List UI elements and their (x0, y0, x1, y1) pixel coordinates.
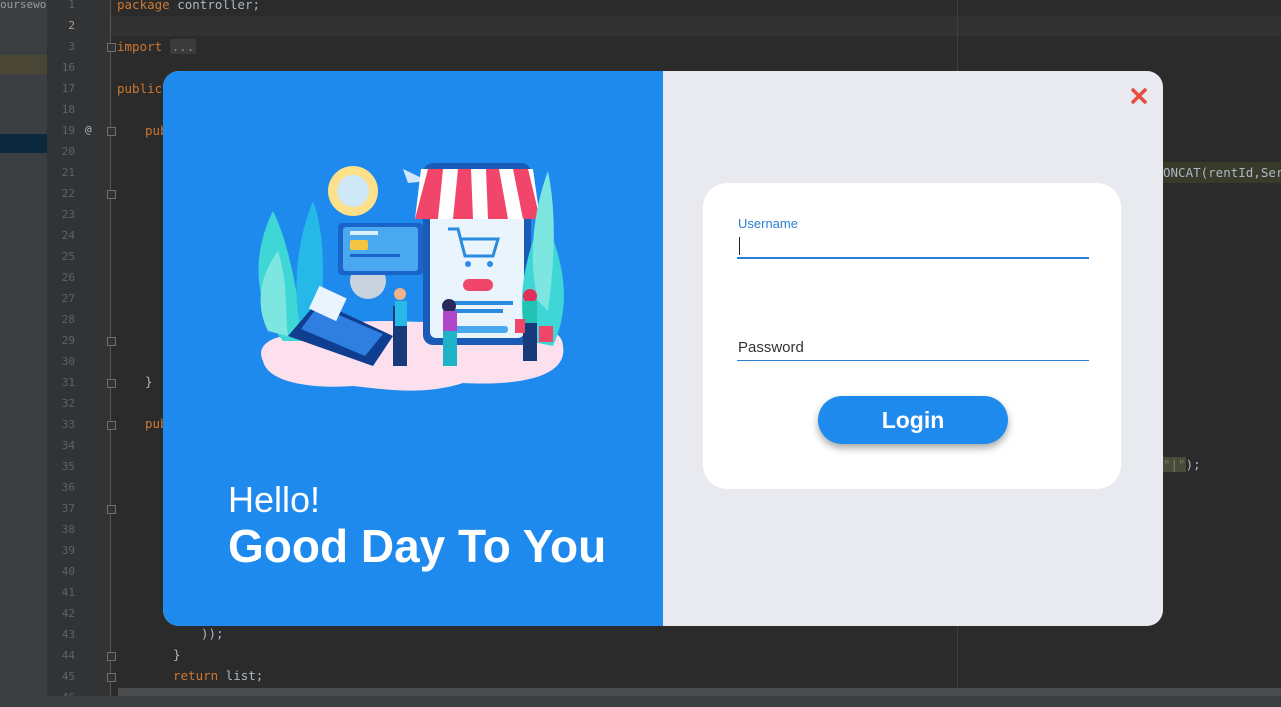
code-fragment-string[interactable]: "|"); (1163, 457, 1201, 472)
fold-toggle-icon[interactable] (107, 421, 116, 430)
line-number: 22 (61, 187, 75, 200)
code-line[interactable]: public (117, 81, 162, 96)
fold-toggle-icon[interactable] (107, 43, 116, 52)
line-number: 38 (61, 523, 75, 536)
line-number: 41 (61, 586, 75, 599)
project-item-selected[interactable] (0, 134, 47, 153)
greeting-small: Hello! (228, 479, 321, 520)
password-input[interactable] (737, 335, 1089, 361)
line-number: 21 (61, 166, 75, 179)
line-number: 18 (61, 103, 75, 116)
username-label: Username (738, 216, 798, 231)
line-number: 23 (61, 208, 75, 221)
line-number: 30 (61, 355, 75, 368)
line-number: 45 (61, 670, 75, 683)
line-number: 17 (61, 82, 75, 95)
username-input[interactable] (737, 233, 1089, 259)
line-number: 25 (61, 250, 75, 263)
line-number: 2 (68, 19, 75, 32)
horizontal-scrollbar[interactable] (118, 688, 1281, 696)
line-number: 24 (61, 229, 75, 242)
line-number: 44 (61, 649, 75, 662)
current-line-highlight (111, 16, 1281, 36)
line-number: 19 (61, 124, 75, 137)
code-line[interactable]: } (145, 374, 153, 389)
code-line[interactable]: package controller; (117, 0, 260, 12)
line-number: 16 (61, 61, 75, 74)
code-line[interactable]: return list; (173, 668, 263, 683)
fold-toggle-icon[interactable] (107, 190, 116, 199)
project-item-highlight (0, 55, 47, 74)
line-number: 34 (61, 439, 75, 452)
line-number: 1 (68, 0, 75, 11)
text-caret (739, 237, 740, 255)
fold-toggle-icon[interactable] (107, 379, 116, 388)
code-fragment-concat[interactable]: ONCAT(rentId,Seri (1163, 162, 1281, 183)
line-number: 39 (61, 544, 75, 557)
line-number: 35 (61, 460, 75, 473)
gutter-divider (110, 0, 111, 707)
login-card: Username Login (703, 183, 1121, 489)
close-icon[interactable] (1128, 85, 1150, 107)
greeting-title: Good Day To You (228, 520, 607, 572)
login-dialog: Hello! Good Day To You Username Login (163, 71, 1163, 626)
line-number: 43 (61, 628, 75, 641)
fold-toggle-icon[interactable] (107, 652, 116, 661)
fold-toggle-icon[interactable] (107, 505, 116, 514)
fold-toggle-icon[interactable] (107, 337, 116, 346)
code-line[interactable]: )); (201, 626, 224, 641)
fold-toggle-icon[interactable] (107, 127, 116, 136)
line-number: 26 (61, 271, 75, 284)
line-number: 28 (61, 313, 75, 326)
line-number: 36 (61, 481, 75, 494)
login-button[interactable]: Login (818, 396, 1008, 444)
line-number: 20 (61, 145, 75, 158)
fold-toggle-icon[interactable] (107, 673, 116, 682)
status-bar (0, 696, 1281, 707)
welcome-panel: Hello! Good Day To You (163, 71, 663, 626)
code-line[interactable]: import ... (117, 39, 197, 54)
line-number: 31 (61, 376, 75, 389)
line-number: 32 (61, 397, 75, 410)
override-marker-icon[interactable]: @ (85, 123, 92, 136)
shopping-illustration (258, 163, 564, 391)
line-number: 29 (61, 334, 75, 347)
ide-project-panel: ourseworl (0, 0, 60, 707)
line-number: 27 (61, 292, 75, 305)
line-number: 42 (61, 607, 75, 620)
line-number: 40 (61, 565, 75, 578)
line-number: 3 (68, 40, 75, 53)
login-panel: Username Login (663, 71, 1163, 626)
code-line[interactable]: } (173, 647, 181, 662)
line-number: 37 (61, 502, 75, 515)
line-number: 33 (61, 418, 75, 431)
